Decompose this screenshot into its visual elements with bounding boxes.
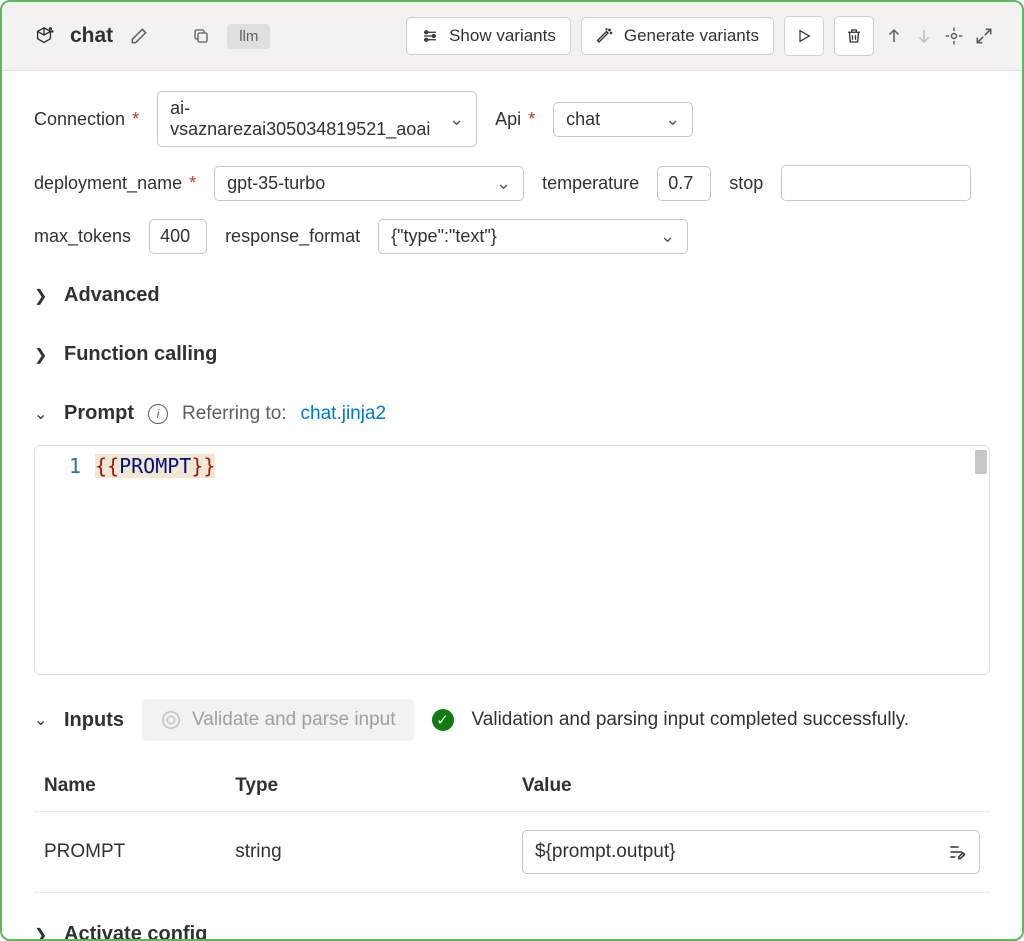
response-format-value: {"type":"text"} — [391, 226, 497, 247]
advanced-section-toggle[interactable]: ❯ Advanced — [34, 278, 990, 313]
advanced-title: Advanced — [64, 284, 160, 307]
validate-label: Validate and parse input — [192, 709, 396, 731]
info-icon[interactable]: i — [148, 404, 168, 424]
run-button[interactable] — [784, 16, 824, 56]
prompt-editor[interactable]: 1 {{PROMPT}} — [34, 445, 990, 675]
activate-config-section-toggle[interactable]: ❯ Activate config — [34, 917, 990, 941]
cell-value: ${prompt.output} — [512, 812, 990, 893]
deployment-value: gpt-35-turbo — [227, 173, 325, 194]
col-value: Value — [512, 761, 990, 812]
chevron-right-icon: ❯ — [34, 286, 50, 306]
chevron-right-icon: ❯ — [34, 345, 50, 365]
arrow-down-icon[interactable] — [914, 26, 934, 46]
chevron-down-icon: ⌄ — [496, 173, 511, 194]
deployment-dropdown[interactable]: gpt-35-turbo ⌄ — [214, 166, 524, 201]
response-format-dropdown[interactable]: {"type":"text"} ⌄ — [378, 219, 688, 254]
max-tokens-input[interactable]: 400 — [149, 219, 207, 254]
inputs-table: Name Type Value PROMPT string ${prompt.o… — [34, 761, 990, 893]
connection-dropdown[interactable]: ai-vsaznarezai305034819521_aoai ⌄ — [157, 91, 477, 147]
chevron-down-icon: ⌄ — [665, 109, 680, 130]
connection-value: ai-vsaznarezai305034819521_aoai — [170, 98, 437, 140]
inputs-section-toggle[interactable]: ⌄ Inputs — [34, 703, 124, 738]
cell-name: PROMPT — [34, 812, 225, 893]
cell-type: string — [225, 812, 512, 893]
api-value: chat — [566, 109, 600, 130]
activate-config-title: Activate config — [64, 923, 207, 941]
validation-status: Validation and parsing input completed s… — [472, 709, 910, 731]
flow-edit-icon[interactable] — [947, 842, 967, 862]
node-type-tag: llm — [227, 24, 270, 49]
api-dropdown[interactable]: chat ⌄ — [553, 102, 693, 137]
function-calling-section-toggle[interactable]: ❯ Function calling — [34, 337, 990, 372]
editor-gutter: 1 — [35, 446, 95, 674]
arrow-up-icon[interactable] — [884, 26, 904, 46]
stop-label: stop — [729, 173, 763, 194]
api-label: Api * — [495, 109, 535, 130]
generate-variants-label: Generate variants — [624, 26, 759, 46]
temperature-label: temperature — [542, 173, 639, 194]
table-row: PROMPT string ${prompt.output} — [34, 812, 990, 893]
chevron-down-icon: ⌄ — [660, 226, 675, 247]
check-circle-icon: ✓ — [432, 709, 454, 731]
node-title: chat — [70, 24, 113, 48]
temperature-input[interactable]: 0.7 — [657, 166, 711, 201]
inputs-title: Inputs — [64, 709, 124, 732]
value-input[interactable]: ${prompt.output} — [522, 830, 980, 874]
show-variants-label: Show variants — [449, 26, 556, 46]
max-tokens-label: max_tokens — [34, 226, 131, 247]
chevron-down-icon: ⌄ — [34, 404, 50, 424]
stop-input[interactable] — [781, 165, 971, 201]
referring-label: Referring to: — [182, 403, 287, 425]
prompt-section-toggle[interactable]: ⌄ Prompt i Referring to: chat.jinja2 — [34, 396, 990, 431]
target-icon[interactable] — [944, 26, 964, 46]
function-calling-title: Function calling — [64, 343, 217, 366]
validate-button: Validate and parse input — [142, 699, 414, 741]
show-variants-button[interactable]: Show variants — [406, 17, 571, 55]
scrollbar-thumb[interactable] — [975, 450, 987, 474]
node-header: chat llm Show variants Generate variants — [2, 2, 1022, 71]
chevron-right-icon: ❯ — [34, 925, 50, 941]
edit-icon[interactable] — [125, 22, 153, 50]
generate-variants-button[interactable]: Generate variants — [581, 17, 774, 55]
cube-sparkle-icon — [30, 22, 58, 50]
chevron-down-icon: ⌄ — [449, 109, 464, 130]
editor-content[interactable]: {{PROMPT}} — [95, 446, 989, 674]
connection-label: Connection * — [34, 109, 139, 130]
col-name: Name — [34, 761, 225, 812]
referring-link[interactable]: chat.jinja2 — [301, 403, 387, 425]
expand-icon[interactable] — [974, 26, 994, 46]
prompt-title: Prompt — [64, 402, 134, 425]
chevron-down-icon: ⌄ — [34, 710, 50, 730]
deployment-label: deployment_name * — [34, 173, 196, 194]
response-format-label: response_format — [225, 226, 360, 247]
col-type: Type — [225, 761, 512, 812]
delete-button[interactable] — [834, 16, 874, 56]
copy-icon[interactable] — [187, 22, 215, 50]
